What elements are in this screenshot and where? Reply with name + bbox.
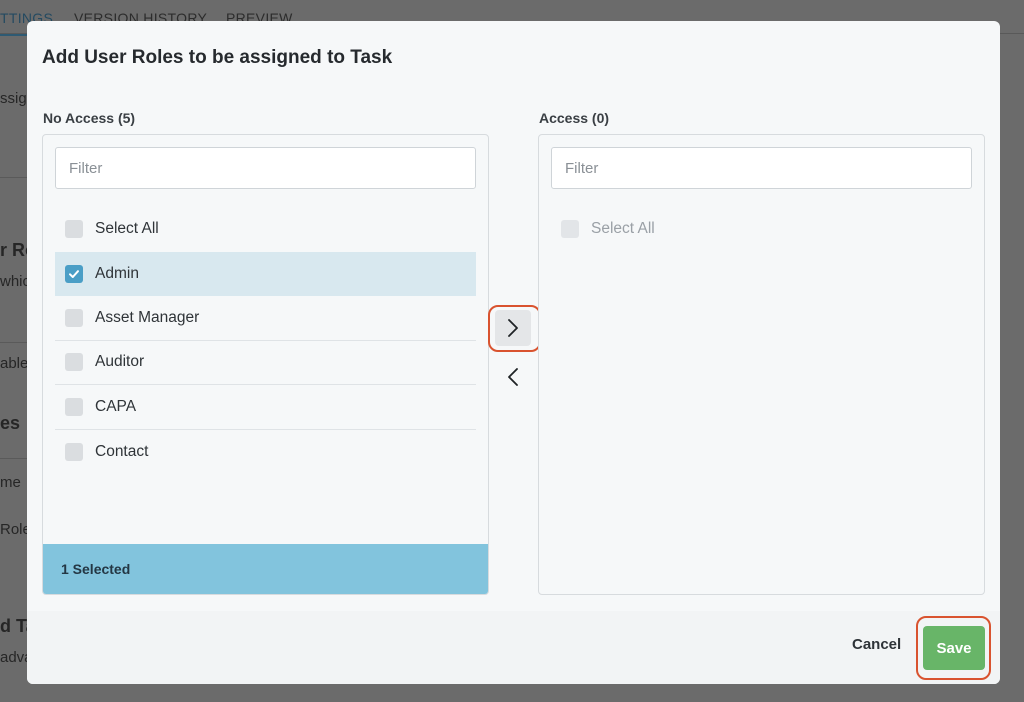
access-select-all: Select All [551,207,972,252]
no-access-select-all[interactable]: Select All [55,207,476,252]
list-item-label: Auditor [95,353,145,371]
background-text: able [0,355,29,372]
modal-title: Add User Roles to be assigned to Task [42,47,393,68]
list-item-label: Admin [95,264,139,282]
cancel-button[interactable]: Cancel [852,636,901,653]
list-item-label: CAPA [95,397,137,415]
background-divider [0,177,27,178]
auditor-checkbox[interactable] [65,353,83,372]
move-left-button[interactable] [495,359,531,395]
asset-manager-checkbox[interactable] [65,308,83,327]
no-access-list: Select All Admin Asset Manager Auditor C… [55,207,476,474]
list-item-capa[interactable]: CAPA [55,385,476,430]
access-label: Access (0) [539,110,610,126]
background-heading: es [0,413,21,433]
list-item-admin[interactable]: Admin [55,251,476,296]
no-access-panel: Select All Admin Asset Manager Auditor C… [42,134,489,595]
background-divider [0,342,27,343]
admin-checkbox[interactable] [65,264,83,283]
add-user-roles-modal: Add User Roles to be assigned to Task No… [27,21,1000,684]
list-item-asset-manager[interactable]: Asset Manager [55,296,476,341]
access-select-all-checkbox [561,220,579,239]
list-item-label: Contact [95,442,149,460]
select-all-checkbox[interactable] [65,220,83,239]
access-select-all-label: Select All [591,220,655,238]
list-item-contact[interactable]: Contact [55,430,476,475]
access-list: Select All [551,207,972,252]
check-icon [69,269,79,278]
capa-checkbox[interactable] [65,397,83,416]
access-panel: Select All [538,134,985,595]
background-text: whic [0,273,31,290]
list-item-label: Asset Manager [95,308,200,326]
selected-count-bar: 1 Selected [43,544,488,594]
background-divider [0,458,27,459]
move-right-highlight [488,305,541,352]
no-access-filter-input[interactable] [55,147,476,189]
no-access-label: No Access (5) [43,110,136,126]
list-item-auditor[interactable]: Auditor [55,341,476,385]
selected-count: 1 Selected [61,561,131,577]
select-all-label: Select All [95,220,159,238]
contact-checkbox[interactable] [65,442,83,461]
access-filter-input[interactable] [551,147,972,189]
chevron-left-icon [508,368,518,386]
background-text: me [0,474,21,491]
save-highlight [916,616,991,680]
